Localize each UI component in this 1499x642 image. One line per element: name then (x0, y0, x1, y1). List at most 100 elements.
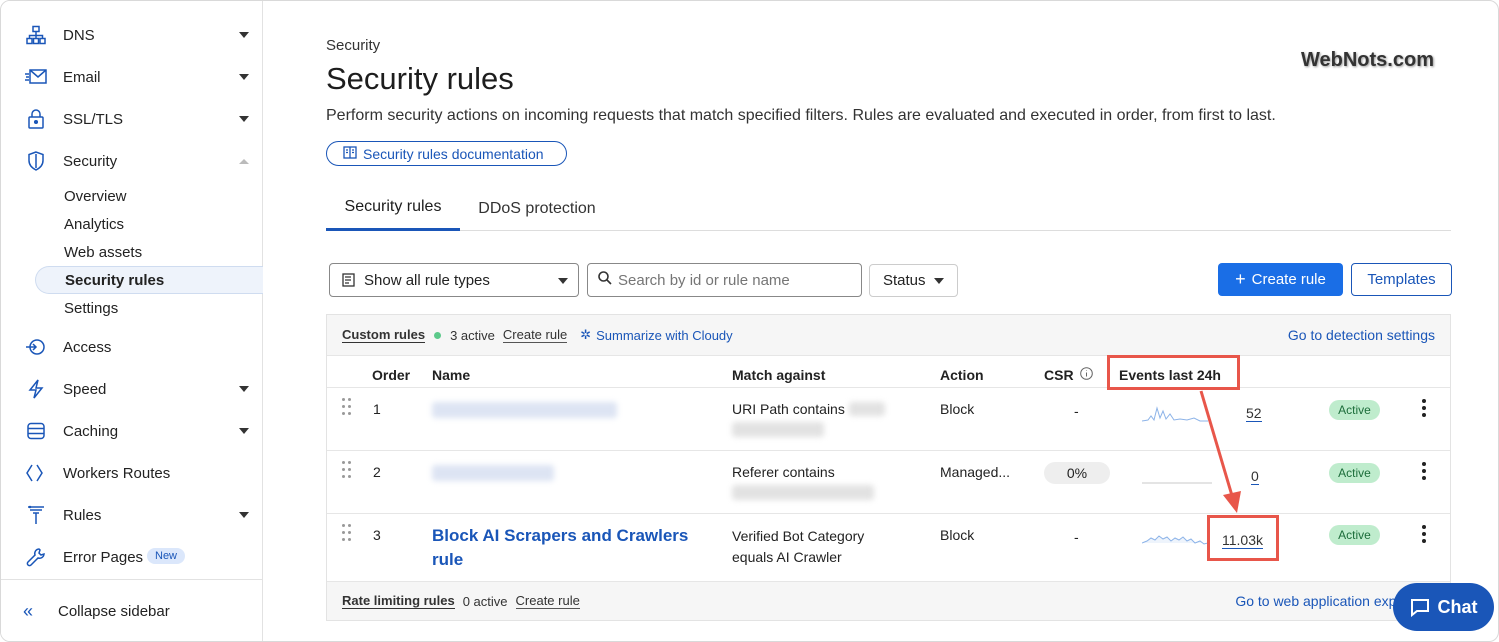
chat-button[interactable]: Chat (1393, 583, 1494, 631)
chat-bubble-icon (1410, 597, 1430, 617)
breadcrumb: Security (326, 37, 381, 54)
page-title: Security rules (326, 61, 514, 96)
rate-create-rule-link[interactable]: Create rule (515, 593, 580, 609)
sidebar-subitem-analytics[interactable]: Analytics (35, 210, 263, 238)
custom-rules-active-count: 3 active (450, 327, 495, 343)
new-badge: New (147, 548, 186, 564)
chevron-down-icon (239, 32, 249, 38)
rule-match: URI Path contains (732, 401, 845, 417)
sidebar-item-workers-routes[interactable]: Workers Routes (1, 455, 263, 491)
redacted-match-value (849, 402, 885, 416)
database-icon (25, 420, 47, 442)
documentation-link-label: Security rules documentation (363, 145, 544, 162)
rules-table: Custom rules 3 active Create rule ✲ Summ… (326, 314, 1451, 621)
sidebar-item-label: Workers Routes (63, 464, 171, 482)
chevron-down-icon (239, 386, 249, 392)
more-options-icon[interactable] (1419, 525, 1429, 545)
sidebar-item-label: Access (63, 338, 112, 356)
rule-csr: - (1074, 529, 1079, 545)
redacted-rule-name[interactable] (432, 465, 554, 481)
documentation-link[interactable]: Security rules documentation (326, 141, 567, 166)
search-input[interactable] (587, 263, 862, 297)
info-icon[interactable] (1079, 367, 1093, 383)
sidebar-item-access[interactable]: Access (1, 329, 263, 365)
rule-match-line: Verified Bot Category (732, 528, 865, 544)
sidebar-item-email[interactable]: Email (1, 59, 263, 95)
rule-csr: - (1074, 403, 1079, 419)
rate-limiting-active-count: 0 active (462, 593, 508, 609)
sidebar-item-rules[interactable]: Rules (1, 497, 263, 533)
custom-rules-bar: Custom rules 3 active Create rule ✲ Summ… (327, 315, 1450, 355)
drag-handle-icon[interactable] (342, 461, 352, 481)
lightning-icon (25, 378, 47, 400)
workers-icon (25, 462, 47, 484)
more-options-icon[interactable] (1419, 399, 1429, 419)
tab-ddos-protection[interactable]: DDoS protection (464, 186, 610, 231)
rate-limiting-rules-link[interactable]: Rate limiting rules (342, 593, 455, 609)
sidebar-subitem-web-assets[interactable]: Web assets (35, 238, 263, 266)
sidebar-item-label: Speed (63, 380, 107, 398)
rule-order: 2 (373, 464, 381, 480)
rule-type-select[interactable]: Show all rule types (329, 263, 579, 297)
sidebar-item-error-pages[interactable]: Error Pages New (1, 539, 263, 575)
sidebar-item-ssl-tls[interactable]: SSL/TLS (1, 101, 263, 137)
detection-settings-link[interactable]: Go to detection settings (1288, 327, 1435, 343)
chat-label: Chat (1437, 596, 1478, 617)
chevron-down-icon (934, 278, 944, 284)
divider (327, 387, 1450, 388)
templates-button[interactable]: Templates (1351, 263, 1452, 296)
rules-icon (25, 504, 47, 526)
column-header-name: Name (432, 367, 471, 383)
tab-security-rules[interactable]: Security rules (326, 186, 460, 231)
sidebar-item-speed[interactable]: Speed (1, 371, 263, 407)
collapse-sidebar-button[interactable]: « Collapse sidebar (1, 579, 263, 641)
highlight-box (1207, 515, 1279, 561)
summarize-cloudy-link[interactable]: ✲ Summarize with Cloudy (580, 327, 732, 343)
sidebar-item-dns[interactable]: DNS (1, 17, 263, 53)
plus-icon: + (1235, 269, 1246, 289)
status-filter-button[interactable]: Status (869, 264, 958, 297)
email-icon (25, 66, 47, 88)
sidebar-subitem-settings[interactable]: Settings (35, 294, 263, 322)
rate-limiting-bar: Rate limiting rules 0 active Create rule… (327, 582, 1450, 620)
rule-match-line: equals AI Crawler (732, 549, 842, 565)
more-options-icon[interactable] (1419, 462, 1429, 482)
drag-handle-icon[interactable] (342, 524, 352, 544)
page-description: Perform security actions on incoming req… (326, 107, 1276, 124)
sidebar-item-caching[interactable]: Caching (1, 413, 263, 449)
sidebar-item-label: Email (63, 68, 101, 86)
double-chevron-left-icon: « (23, 601, 34, 621)
status-badge: Active (1329, 525, 1380, 545)
custom-rules-link[interactable]: Custom rules (342, 327, 426, 343)
lock-icon (25, 108, 47, 130)
rule-name-link[interactable]: Block AI Scrapers and Crawlers rule (432, 524, 688, 572)
create-rule-button[interactable]: + Create rule (1218, 263, 1343, 296)
sidebar-subitem-overview[interactable]: Overview (35, 182, 263, 210)
chevron-down-icon (239, 428, 249, 434)
filter-list-icon (342, 273, 356, 287)
search-icon (598, 271, 612, 290)
rule-order: 1 (373, 401, 381, 417)
rule-action: Block (940, 527, 975, 543)
sidebar: DNS Email SSL/TLS Security Overview Anal… (1, 1, 263, 641)
sidebar-item-label: SSL/TLS (63, 110, 124, 128)
sparkle-icon: ✲ (580, 327, 592, 342)
rule-match: Referer contains (732, 464, 835, 480)
custom-create-rule-link[interactable]: Create rule (502, 327, 568, 343)
network-icon (25, 24, 47, 46)
column-header-match: Match against (732, 367, 826, 383)
sidebar-item-security[interactable]: Security (1, 143, 263, 179)
divider (327, 513, 1450, 514)
events-sparkline (1142, 535, 1208, 545)
sidebar-item-label: Security (63, 152, 118, 170)
tab-bar: Security rules DDoS protection (326, 186, 1451, 231)
events-count-link[interactable]: 0 (1251, 468, 1259, 485)
column-header-csr-label: CSR (1044, 367, 1074, 383)
status-badge: Active (1329, 463, 1380, 483)
rule-match: Verified Bot Category equals AI Crawler (732, 526, 864, 568)
redacted-rule-name[interactable] (432, 402, 617, 418)
sidebar-subitem-security-rules[interactable]: Security rules (35, 266, 263, 294)
rule-order: 3 (373, 527, 381, 543)
drag-handle-icon[interactable] (342, 398, 352, 418)
sidebar-item-label: Caching (63, 422, 119, 440)
